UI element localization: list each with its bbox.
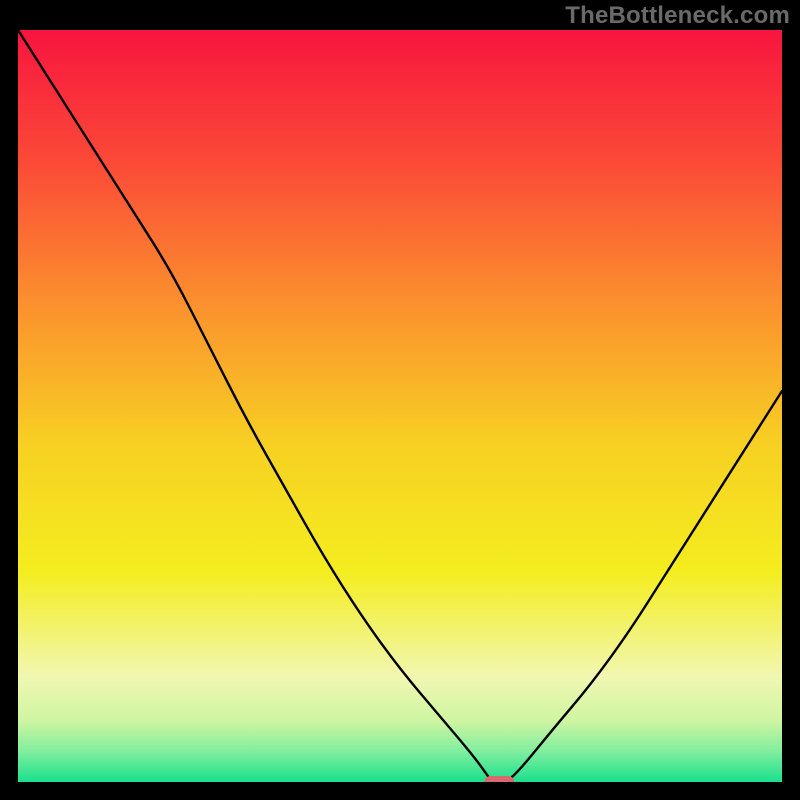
chart-markers <box>484 776 514 782</box>
optimal-point <box>484 776 514 782</box>
chart-frame: TheBottleneck.com <box>0 0 800 800</box>
bottleneck-plot <box>18 30 782 782</box>
watermark-text: TheBottleneck.com <box>565 2 790 30</box>
